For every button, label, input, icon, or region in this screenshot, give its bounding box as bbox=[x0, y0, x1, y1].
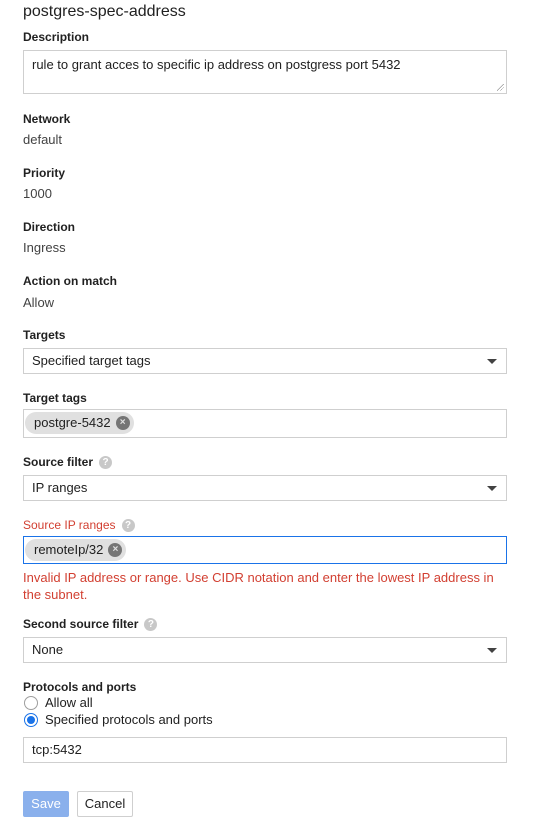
source-ip-ranges-input[interactable]: remoteIp/32 × bbox=[23, 536, 507, 564]
protocols-ports-input[interactable]: tcp:5432 bbox=[23, 737, 507, 763]
target-tags-input[interactable]: postgre-5432 × bbox=[23, 409, 507, 438]
source-ip-ranges-label-text: Source IP ranges bbox=[23, 518, 116, 532]
radio-allow-all-label[interactable]: Allow all bbox=[45, 695, 93, 710]
radio-specified-protocols-label[interactable]: Specified protocols and ports bbox=[45, 712, 213, 727]
priority-label: Priority bbox=[23, 166, 66, 180]
radio-specified-protocols[interactable] bbox=[24, 713, 38, 727]
cancel-button[interactable]: Cancel bbox=[77, 791, 133, 817]
network-label: Network bbox=[23, 112, 71, 126]
direction-label: Direction bbox=[23, 220, 76, 234]
help-icon[interactable]: ? bbox=[121, 519, 135, 533]
help-icon[interactable]: ? bbox=[144, 618, 158, 632]
description-label: Description bbox=[23, 30, 90, 44]
protocols-label: Protocols and ports bbox=[23, 680, 137, 694]
second-source-filter-select[interactable]: None bbox=[23, 637, 507, 663]
chevron-down-icon bbox=[487, 648, 497, 653]
source-filter-select[interactable]: IP ranges bbox=[23, 475, 507, 501]
second-source-filter-label: Second source filter? bbox=[23, 617, 158, 632]
protocols-ports-value: tcp:5432 bbox=[32, 742, 82, 757]
help-icon[interactable]: ? bbox=[99, 456, 113, 470]
source-filter-label-text: Source filter bbox=[23, 455, 94, 469]
description-value: rule to grant acces to specific ip addre… bbox=[32, 57, 401, 72]
chevron-down-icon bbox=[487, 359, 497, 364]
source-ip-error-message: Invalid IP address or range. Use CIDR no… bbox=[23, 570, 494, 602]
second-source-filter-label-text: Second source filter bbox=[23, 617, 139, 631]
close-icon[interactable]: × bbox=[115, 415, 130, 430]
source-ip-ranges-label: Source IP ranges? bbox=[23, 518, 135, 533]
description-textarea[interactable]: rule to grant acces to specific ip addre… bbox=[23, 50, 507, 94]
close-icon[interactable]: × bbox=[108, 542, 123, 557]
rule-title: postgres-spec-address bbox=[23, 3, 186, 20]
target-tags-label: Target tags bbox=[23, 391, 87, 405]
priority-value: 1000 bbox=[23, 186, 52, 201]
chevron-down-icon bbox=[487, 486, 497, 491]
targets-label: Targets bbox=[23, 328, 66, 342]
source-filter-label: Source filter? bbox=[23, 455, 113, 470]
targets-select[interactable]: Specified target tags bbox=[23, 348, 507, 374]
target-tag-chip: postgre-5432 × bbox=[25, 412, 134, 434]
action-value: Allow bbox=[23, 295, 55, 310]
second-source-filter-selected: None bbox=[32, 642, 64, 657]
source-filter-selected: IP ranges bbox=[32, 480, 88, 495]
direction-value: Ingress bbox=[23, 240, 66, 255]
source-ip-chip: remoteIp/32 × bbox=[25, 539, 127, 561]
target-tag-chip-label: postgre-5432 bbox=[34, 415, 111, 430]
resize-handle-icon[interactable] bbox=[497, 84, 504, 91]
action-label: Action on match bbox=[23, 274, 118, 288]
targets-selected: Specified target tags bbox=[32, 353, 151, 368]
source-ip-chip-label: remoteIp/32 bbox=[34, 542, 104, 557]
radio-allow-all[interactable] bbox=[24, 696, 38, 710]
network-value: default bbox=[23, 132, 63, 147]
save-button[interactable]: Save bbox=[23, 791, 69, 817]
